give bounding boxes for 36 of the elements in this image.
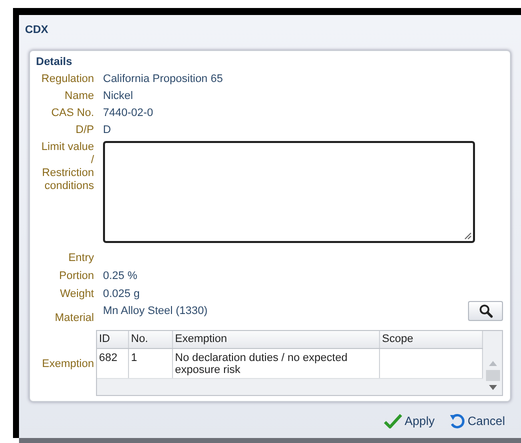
field-label: D/P [74,123,94,138]
field-label: Material [54,311,94,326]
field-value: 0.25 % [103,269,138,284]
table-cell: No declaration duties / no expected exposure risk [173,349,380,378]
field-label: Name [64,89,94,104]
field-label: Exemption [41,356,94,372]
section-title: Details [35,55,74,70]
field-label: Entry [67,251,94,266]
field-value: Mn Alloy Steel (1330) [103,304,208,319]
search-icon [478,304,492,318]
cancel-button[interactable]: Cancel [448,413,505,429]
field-label: Weight [58,287,94,302]
field-label: Regulation [40,72,94,87]
window-title: CDX [24,23,50,38]
scroll-down-icon[interactable] [488,385,496,391]
column-header[interactable]: ID [97,331,129,348]
field-label: Portion [58,269,94,284]
text-area[interactable] [103,141,475,243]
apply-button[interactable]: Apply [384,413,435,429]
field-label: Limit value / Restriction conditions [40,141,94,193]
checkmark-icon [384,413,402,429]
field-value: Nickel [103,89,133,104]
resize-grip-icon [464,232,472,240]
table-cell: 682 [97,349,129,378]
undo-icon [448,413,465,429]
search-button[interactable] [468,301,503,321]
field-label: CAS No. [50,106,94,121]
field-value: D [103,123,111,138]
scrollbar[interactable] [483,331,502,395]
column-header[interactable]: Exemption [173,331,380,348]
field-value: 0.025 g [103,287,140,302]
scroll-thumb[interactable] [486,370,500,381]
field-value: California Proposition 65 [103,72,223,87]
table-cell: 1 [129,349,173,378]
field-value: 7440-02-0 [103,106,154,121]
column-header[interactable]: No. [129,331,173,348]
